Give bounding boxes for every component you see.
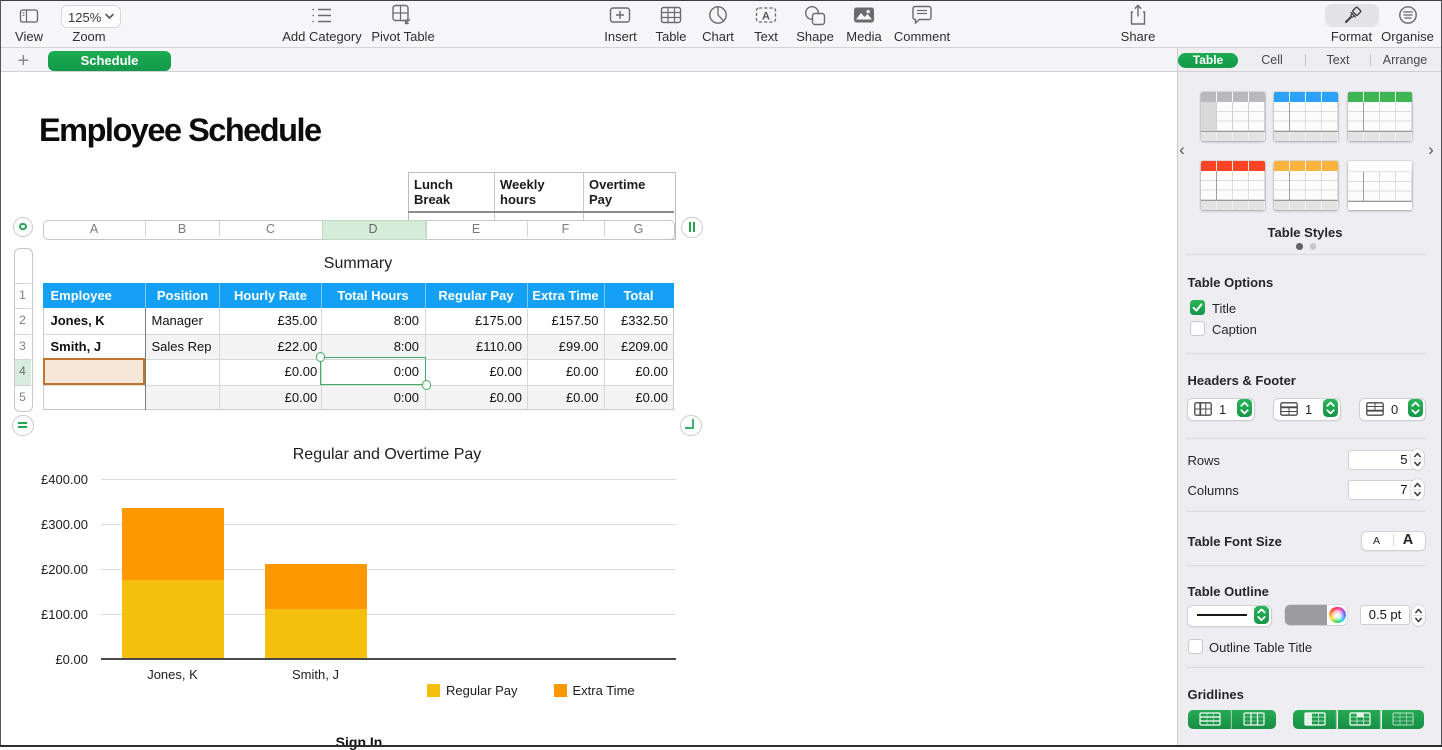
svg-text:A: A xyxy=(762,11,770,23)
